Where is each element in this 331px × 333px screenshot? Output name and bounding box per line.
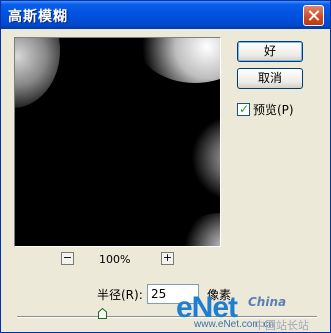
- watermark-site-name: 中国站长站: [254, 319, 309, 332]
- preview-glow: [135, 38, 220, 83]
- watermark: eNet China www.eNet.com.cn 中国站长站: [176, 291, 331, 333]
- zoom-out-button[interactable]: −: [61, 252, 74, 265]
- zoom-level: 100%: [99, 253, 131, 266]
- radius-slider-thumb[interactable]: [98, 308, 107, 319]
- preview-glow: [15, 38, 60, 108]
- preview-checkbox[interactable]: [237, 101, 250, 117]
- ok-button[interactable]: 好: [237, 41, 303, 62]
- title-bar[interactable]: 高斯模糊: [1, 1, 330, 29]
- radius-label: 半径(R):: [97, 288, 143, 302]
- gaussian-blur-dialog: 高斯模糊 好 取消 预览(P) − 100% + 半径(R): 25 像素 eN…: [0, 0, 331, 333]
- watermark-brand: China: [248, 295, 287, 309]
- cancel-button[interactable]: 取消: [237, 68, 303, 89]
- zoom-in-button[interactable]: +: [161, 252, 174, 265]
- close-icon[interactable]: [303, 5, 324, 26]
- preview-glow: [180, 213, 220, 246]
- preview-checkbox-label: 预览(P): [253, 103, 294, 117]
- blur-preview-area[interactable]: [14, 37, 221, 247]
- preview-glow: [190, 118, 220, 198]
- dialog-title: 高斯模糊: [8, 9, 68, 25]
